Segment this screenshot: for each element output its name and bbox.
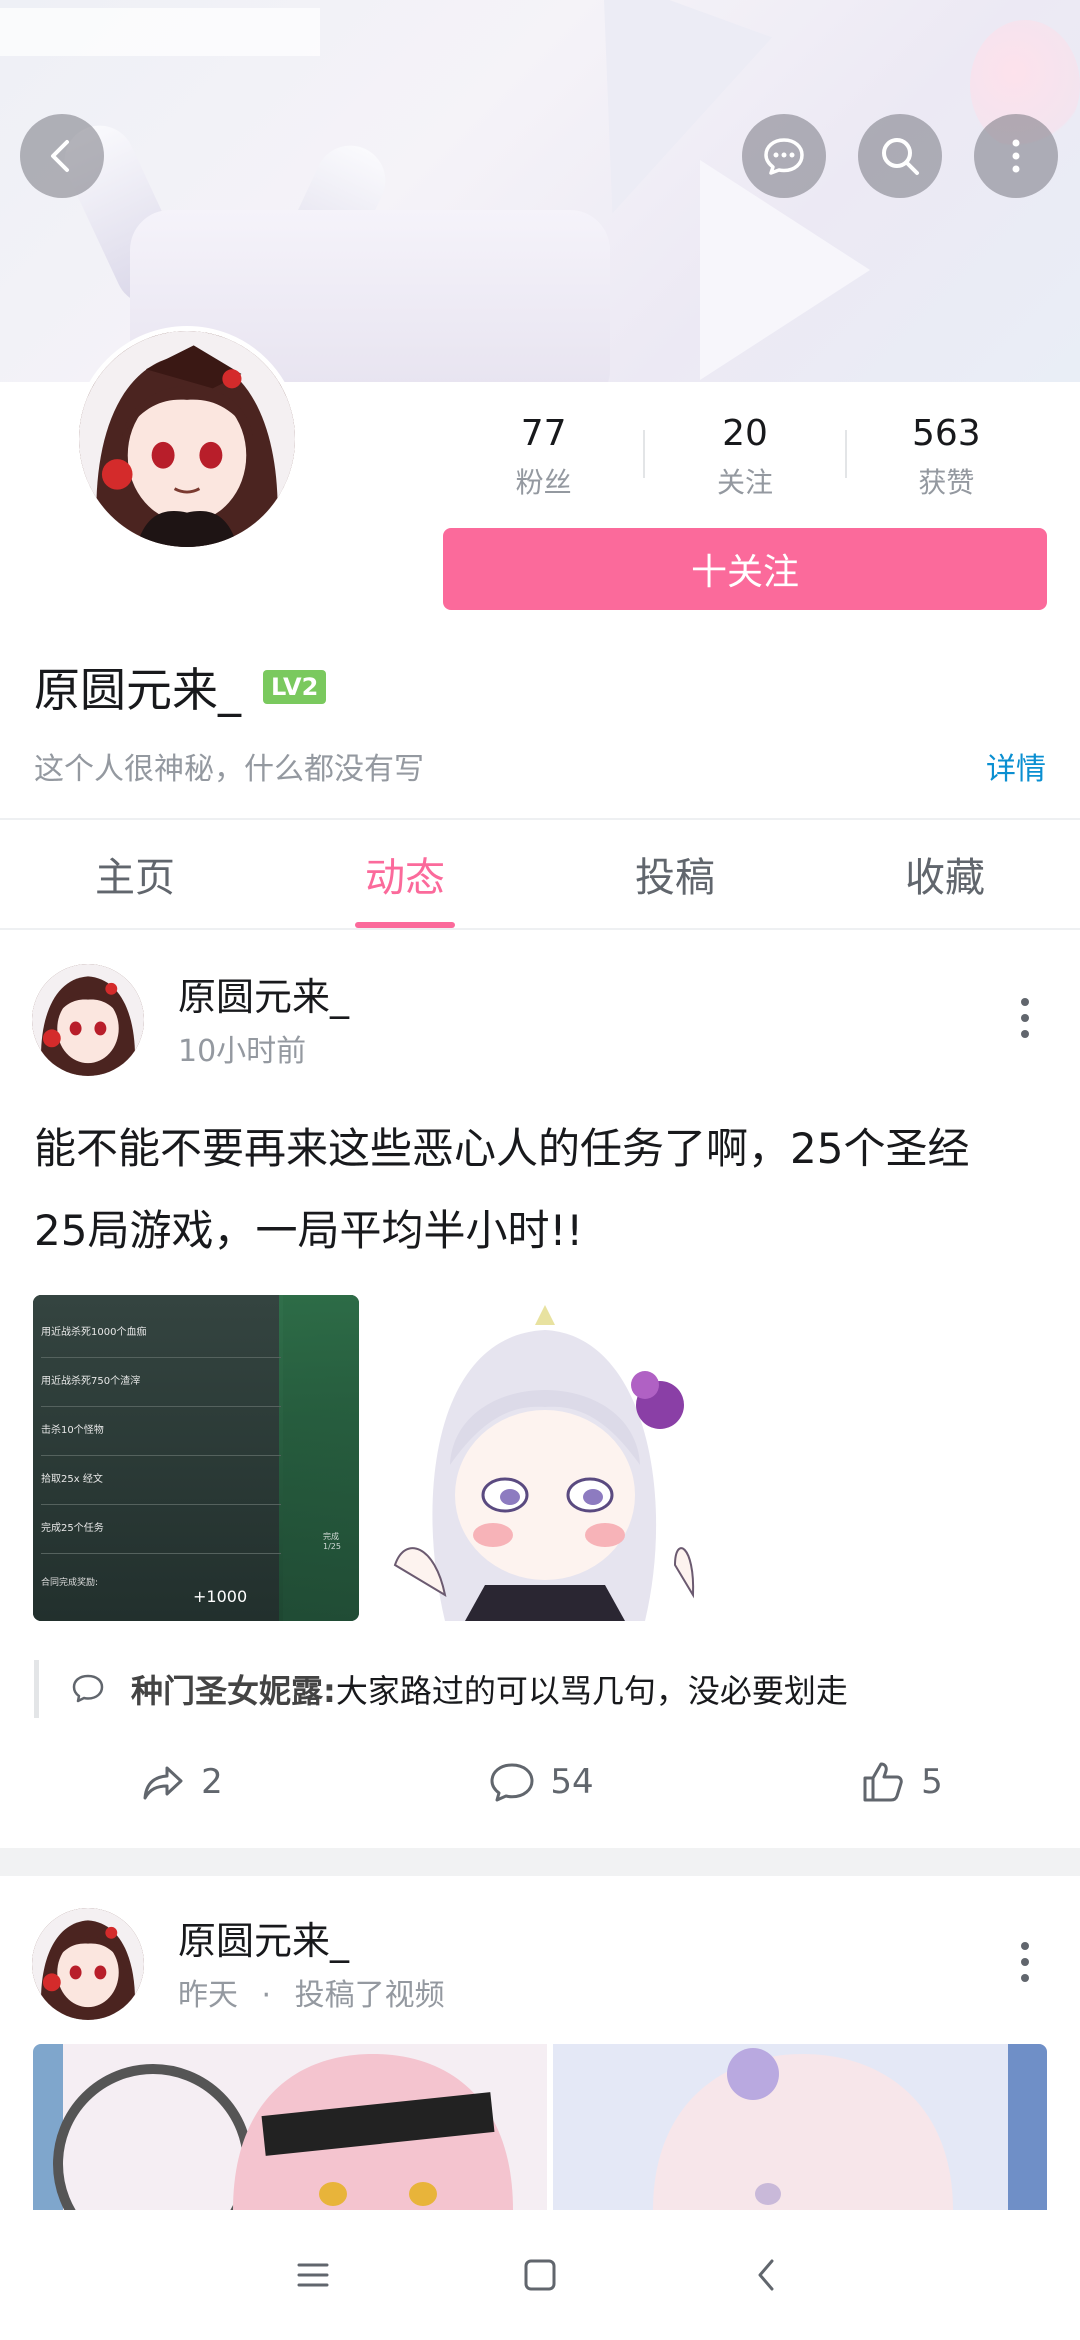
system-nav-bar (0, 2210, 1080, 2340)
stat-label: 获赞 (918, 466, 975, 499)
back-button[interactable] (20, 114, 104, 198)
post-time: 昨天 (178, 1978, 238, 2013)
profile-avatar[interactable] (74, 326, 300, 552)
follow-button[interactable]: 十关注 (443, 528, 1047, 610)
tab-home[interactable]: 主页 (0, 820, 270, 928)
stat-fans[interactable]: 77 粉丝 (443, 408, 644, 508)
comment-button[interactable]: 54 (360, 1752, 720, 1812)
profile-tabs: 主页 动态 投稿 收藏 (0, 820, 1080, 930)
post-author-name[interactable]: 原圆元来_ (178, 1910, 349, 1965)
search-button[interactable] (858, 114, 942, 198)
post-author-avatar[interactable] (32, 964, 144, 1076)
stat-value: 77 (520, 413, 567, 454)
post-author-avatar[interactable] (32, 1908, 144, 2020)
post-more-button[interactable] (1005, 1932, 1045, 1992)
post-time: 10小时前 (178, 1034, 307, 1069)
more-vertical-icon (1012, 139, 1020, 173)
task-footer: 合同完成奖励: (41, 1578, 99, 1588)
stat-label: 粉丝 (515, 466, 572, 499)
username: 原圆元来_ LV2 (34, 654, 327, 720)
level-badge: LV2 (263, 670, 327, 704)
video-thumbnail-images (33, 2044, 1047, 2210)
message-button[interactable] (742, 114, 826, 198)
like-button[interactable]: 5 (720, 1752, 1080, 1812)
comment-preview[interactable]: 种门圣女妮露: 大家路过的可以骂几句，没必要划走 (34, 1660, 1044, 1718)
tab-favorites[interactable]: 收藏 (810, 820, 1080, 928)
tab-dynamics[interactable]: 动态 (270, 820, 540, 928)
post-author-name[interactable]: 原圆元来_ (178, 966, 349, 1021)
bio-text: 这个人很神秘，什么都没有写 (34, 752, 424, 787)
avatar-image (79, 331, 295, 547)
post-actions: 2 54 5 (0, 1752, 1080, 1812)
stat-divider (845, 430, 847, 478)
post-image-sticker[interactable] (375, 1295, 705, 1621)
task-row: 击杀10个怪物 (41, 1407, 281, 1456)
stat-value: 20 (722, 413, 768, 454)
task-row: 用近战杀死750个渣滓 (41, 1358, 281, 1407)
stat-likes[interactable]: 563 获赞 (846, 408, 1047, 508)
stat-divider (643, 430, 645, 478)
stat-following[interactable]: 20 关注 (644, 408, 845, 508)
post-text[interactable]: 能不能不要再来这些恶心人的任务了啊，25个圣经 25局游戏，一局平均半小时!! (34, 1108, 1054, 1272)
video-thumbnails[interactable] (33, 2044, 1047, 2210)
more-options-button[interactable] (974, 114, 1058, 198)
task-progress: 完成 1/25 (323, 1532, 341, 1551)
avatar-image (32, 964, 144, 1076)
task-row: 完成25个任务 (41, 1505, 281, 1554)
avatar-image (32, 1908, 144, 2020)
profile-stats: 77 粉丝 20 关注 563 获赞 (443, 408, 1047, 508)
back-chevron-icon[interactable] (745, 2253, 789, 2297)
like-count: 5 (921, 1762, 943, 1802)
share-count: 2 (201, 1762, 223, 1802)
share-icon (143, 1766, 183, 1800)
task-reward: +1000 (193, 1587, 248, 1606)
stat-label: 关注 (716, 466, 773, 499)
comment-count: 54 (550, 1762, 594, 1802)
chevron-left-icon (51, 140, 69, 172)
post-more-button[interactable] (1005, 988, 1045, 1048)
post-action-text: 投稿了视频 (294, 1978, 445, 2013)
comment-author: 种门圣女妮露: (131, 1672, 336, 1710)
stat-value: 563 (911, 413, 981, 454)
share-button[interactable]: 2 (0, 1752, 360, 1812)
username-text: 原圆元来_ (34, 663, 241, 717)
details-link[interactable]: 详情 (986, 744, 1046, 788)
task-row: 用近战杀死1000个血痂 (41, 1309, 281, 1358)
task-row: 拾取25x 经文 (41, 1456, 281, 1505)
home-square-icon[interactable] (518, 2253, 562, 2297)
meta-separator: · (261, 1978, 272, 2013)
menu-icon[interactable] (291, 2253, 335, 2297)
post-separator (0, 1848, 1080, 1876)
tab-submissions[interactable]: 投稿 (540, 820, 810, 928)
post-image-game-screenshot[interactable]: 用近战杀死1000个血痂 用近战杀死750个渣滓 击杀10个怪物 拾取25x 经… (33, 1295, 359, 1621)
comment-text: 大家路过的可以骂几句，没必要划走 (335, 1672, 848, 1710)
chat-bubble-icon (764, 138, 804, 175)
search-icon (882, 138, 919, 175)
post-meta: 昨天 · 投稿了视频 (178, 1970, 445, 2014)
thumbs-up-icon (863, 1762, 903, 1802)
comment-icon (490, 1763, 534, 1802)
post-text-line: 25局游戏，一局平均半小时!! (34, 1206, 584, 1255)
comment-bubble-icon (72, 1674, 104, 1703)
chibi-sticker-image (393, 1305, 695, 1621)
post-text-line: 能不能不要再来这些恶心人的任务了啊，25个圣经 (34, 1124, 970, 1173)
